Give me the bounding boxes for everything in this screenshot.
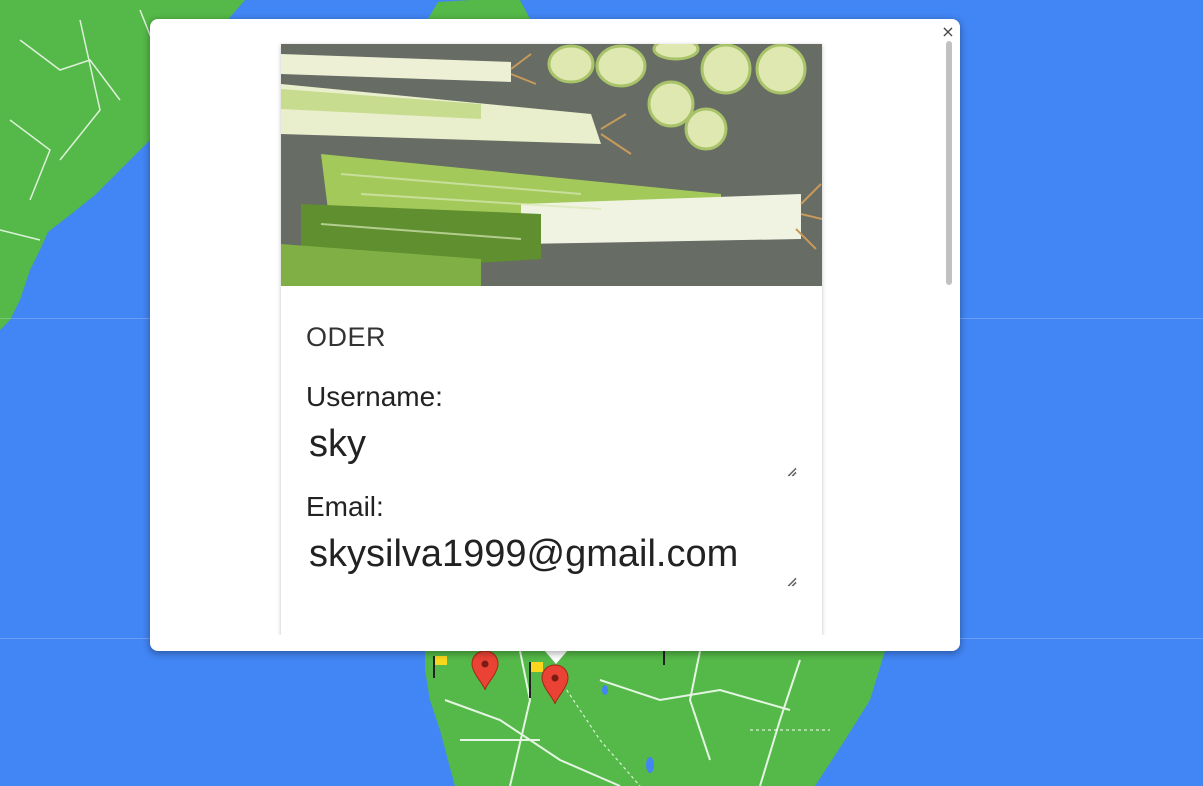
map-infowindow: ODER Username: sky Email: skysilva1999@g… bbox=[150, 19, 960, 651]
resize-grip-icon[interactable] bbox=[787, 467, 797, 477]
order-card: ODER Username: sky Email: skysilva1999@g… bbox=[281, 44, 822, 635]
email-label: Email: bbox=[306, 491, 384, 522]
infowindow-tail bbox=[544, 650, 568, 664]
resize-grip-icon[interactable] bbox=[787, 577, 797, 587]
landmass-north-island bbox=[428, 0, 530, 19]
username-label: Username: bbox=[306, 381, 443, 412]
scrollbar[interactable] bbox=[946, 41, 952, 635]
close-icon: × bbox=[941, 21, 955, 41]
product-image bbox=[281, 44, 822, 286]
card-title: ODER bbox=[306, 322, 387, 352]
email-field[interactable]: skysilva1999@gmail.com bbox=[306, 527, 797, 587]
close-button[interactable]: × bbox=[938, 21, 958, 41]
infowindow-content[interactable]: ODER Username: sky Email: skysilva1999@g… bbox=[150, 19, 940, 635]
username-field[interactable]: sky bbox=[306, 417, 797, 477]
scrollbar-thumb[interactable] bbox=[946, 41, 952, 285]
